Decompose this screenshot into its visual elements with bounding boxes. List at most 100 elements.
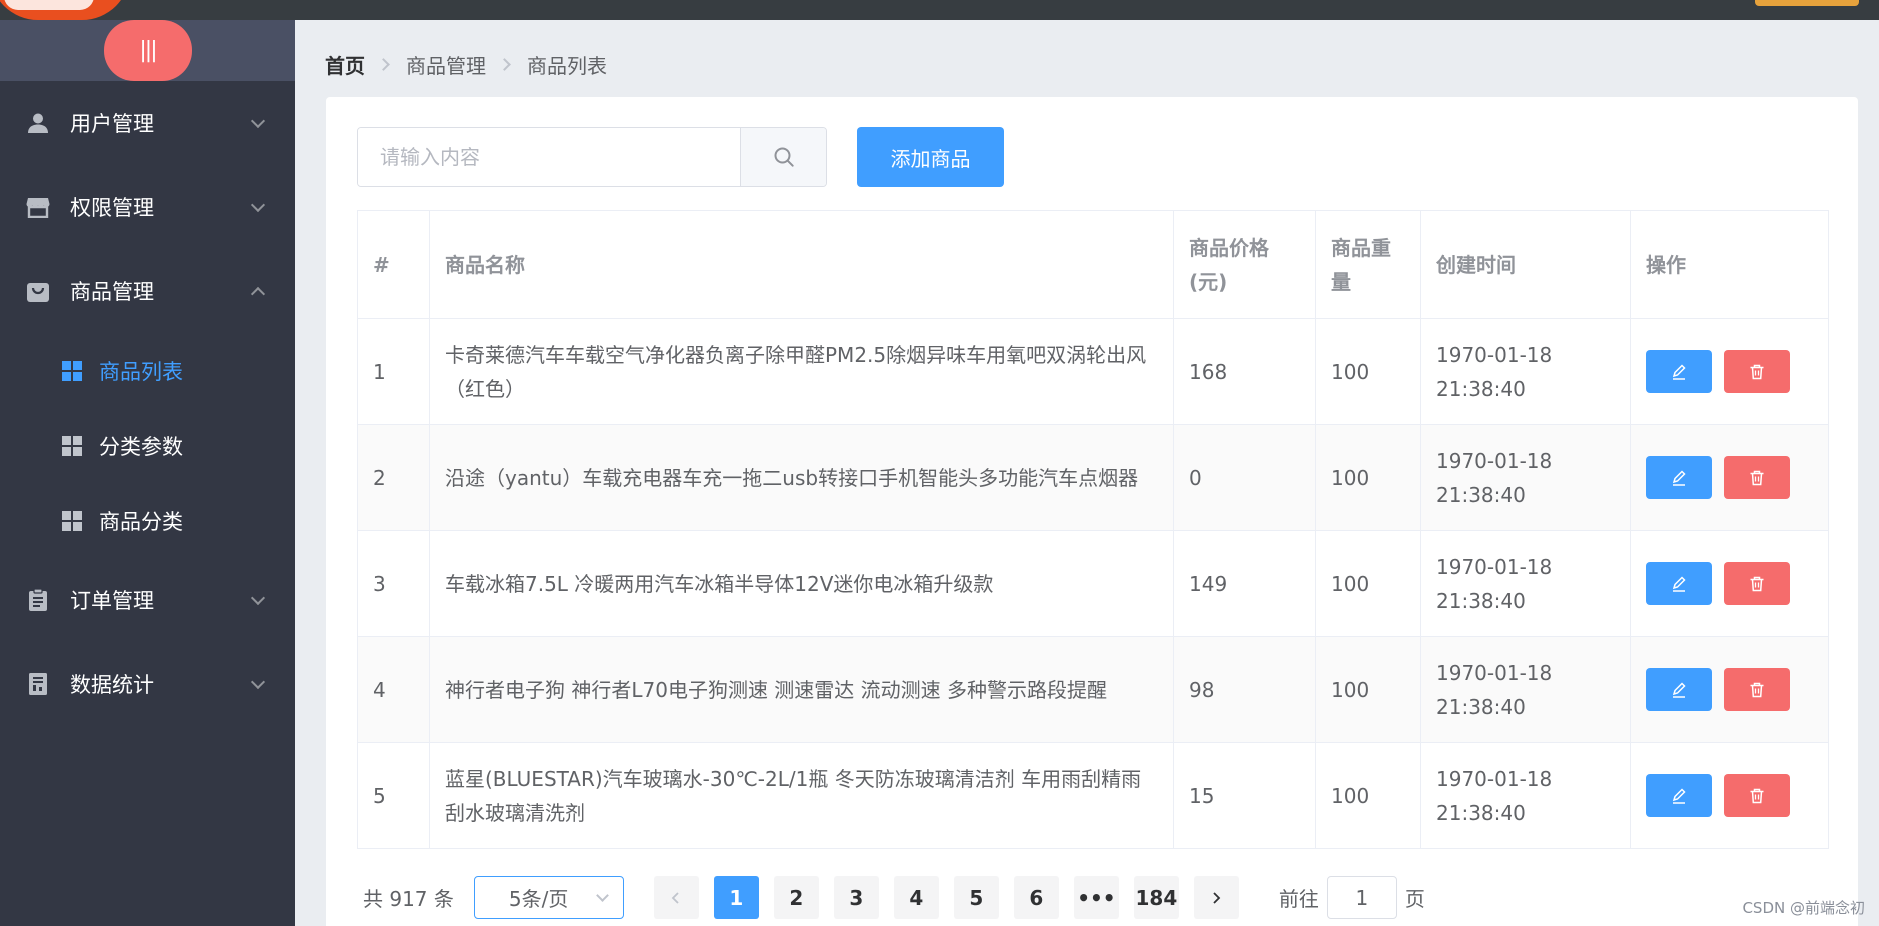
menu-permission-management[interactable]: 权限管理 — [0, 165, 295, 249]
page-184-button[interactable]: 184 — [1133, 876, 1179, 919]
logo — [0, 0, 130, 20]
search-group — [357, 127, 827, 187]
page-1-button[interactable]: 1 — [713, 876, 759, 919]
sidebar: ||| 用户管理 权限管理 商品管理 商品列表 分类参数 商品分类 订单管理 数… — [0, 20, 295, 926]
cell-weight: 100 — [1315, 636, 1421, 743]
edit-button[interactable] — [1646, 456, 1712, 499]
cell-created: 1970-01-18 21:38:40 — [1420, 530, 1631, 637]
submenu-goods-list[interactable]: 商品列表 — [0, 333, 295, 408]
chevron-right-icon — [1213, 891, 1221, 904]
grid-icon — [62, 510, 82, 531]
edit-button[interactable] — [1646, 774, 1712, 817]
column-header: # — [357, 210, 430, 319]
cell-ops — [1630, 636, 1829, 743]
menu-label: 订单管理 — [70, 589, 154, 613]
submenu-label: 商品分类 — [99, 509, 183, 534]
cell-index: 3 — [357, 530, 430, 637]
breadcrumb: 首页 商品管理 商品列表 — [325, 50, 607, 79]
delete-icon — [1750, 682, 1764, 697]
chevron-left-icon — [672, 891, 680, 904]
chevron-down-icon — [250, 113, 266, 129]
submenu-goods-category[interactable]: 商品分类 — [0, 483, 295, 558]
menu-goods-management[interactable]: 商品管理 — [0, 249, 295, 333]
page-6-button[interactable]: 6 — [1013, 876, 1059, 919]
goto-suffix: 页 — [1404, 887, 1425, 911]
cell-price: 149 — [1173, 530, 1316, 637]
cell-weight: 100 — [1315, 530, 1421, 637]
cell-created: 1970-01-18 21:38:40 — [1420, 424, 1631, 531]
page-2-button[interactable]: 2 — [773, 876, 819, 919]
page-4-button[interactable]: 4 — [893, 876, 939, 919]
edit-icon — [1672, 469, 1686, 486]
menu-data-statistics[interactable]: 数据统计 — [0, 642, 295, 726]
total-count: 共 917 条 — [363, 887, 454, 911]
more-pages-button[interactable]: ••• — [1073, 876, 1119, 919]
delete-button[interactable] — [1724, 350, 1790, 393]
edit-button[interactable] — [1646, 668, 1712, 711]
bag-icon — [26, 279, 50, 303]
page-size-value: 5条/页 — [508, 887, 569, 911]
search-input[interactable] — [358, 128, 740, 186]
menu-label: 数据统计 — [70, 673, 154, 697]
cell-price: 15 — [1173, 742, 1316, 849]
submenu-category-params[interactable]: 分类参数 — [0, 408, 295, 483]
delete-button[interactable] — [1724, 562, 1790, 605]
delete-icon — [1750, 364, 1764, 379]
page-3-button[interactable]: 3 — [833, 876, 879, 919]
chevron-right-icon — [377, 58, 390, 71]
next-page-button[interactable] — [1193, 876, 1239, 919]
menu-label: 商品管理 — [70, 280, 154, 304]
menu-user-management[interactable]: 用户管理 — [0, 81, 295, 165]
edit-button[interactable] — [1646, 350, 1712, 393]
report-icon — [26, 672, 50, 696]
table-row: 5 蓝星(BLUESTAR)汽车玻璃水-30℃-2L/1瓶 冬天防冻玻璃清洁剂 … — [357, 742, 1829, 849]
edit-icon — [1672, 787, 1686, 804]
chevron-up-icon — [250, 286, 266, 302]
sidebar-toggle-bar: ||| — [0, 20, 295, 81]
cell-name: 沿途（yantu）车载充电器车充一拖二usb转接口手机智能头多功能汽车点烟器 — [429, 424, 1174, 531]
cell-name: 车载冰箱7.5L 冷暖两用汽车冰箱半导体12V迷你电冰箱升级款 — [429, 530, 1174, 637]
chevron-down-icon — [250, 197, 266, 213]
column-header: 商品价格(元) — [1173, 210, 1316, 319]
search-button[interactable] — [740, 128, 826, 186]
cell-index: 5 — [357, 742, 430, 849]
cell-weight: 100 — [1315, 318, 1421, 425]
cell-created: 1970-01-18 21:38:40 — [1420, 636, 1631, 743]
chevron-down-icon — [596, 889, 609, 902]
table-row: 4 神行者电子狗 神行者L70电子狗测速 测速雷达 流动测速 多种警示路段提醒 … — [357, 636, 1829, 743]
cell-price: 0 — [1173, 424, 1316, 531]
search-icon — [774, 147, 794, 167]
logout-button[interactable] — [1755, 0, 1859, 6]
cell-name: 卡奇莱德汽车车载空气净化器负离子除甲醛PM2.5除烟异味车用氧吧双涡轮出风（红色… — [429, 318, 1174, 425]
page-size-select[interactable]: 5条/页 — [473, 876, 624, 919]
delete-button[interactable] — [1724, 668, 1790, 711]
page-5-button[interactable]: 5 — [953, 876, 999, 919]
watermark: CSDN @前端念初 — [1742, 899, 1865, 917]
cell-price: 168 — [1173, 318, 1316, 425]
cell-weight: 100 — [1315, 424, 1421, 531]
chevron-right-icon — [498, 58, 511, 71]
table-row: 2 沿途（yantu）车载充电器车充一拖二usb转接口手机智能头多功能汽车点烟器… — [357, 424, 1829, 531]
delete-button[interactable] — [1724, 456, 1790, 499]
grid-icon — [62, 360, 82, 381]
shop-icon — [26, 195, 50, 219]
breadcrumb-home-link[interactable]: 首页 — [325, 50, 365, 79]
user-icon — [26, 111, 50, 135]
submenu-label: 分类参数 — [99, 434, 183, 459]
cell-index: 1 — [357, 318, 430, 425]
add-goods-button[interactable]: 添加商品 — [857, 127, 1004, 187]
menu-label: 用户管理 — [70, 112, 154, 136]
clipboard-icon — [26, 588, 50, 612]
collapse-toggle-button[interactable]: ||| — [103, 20, 192, 81]
chevron-down-icon — [250, 590, 266, 606]
cell-ops — [1630, 318, 1829, 425]
prev-page-button[interactable] — [653, 876, 699, 919]
cell-ops — [1630, 742, 1829, 849]
goto-page-input[interactable] — [1326, 876, 1397, 919]
cell-price: 98 — [1173, 636, 1316, 743]
delete-button[interactable] — [1724, 774, 1790, 817]
delete-icon — [1750, 576, 1764, 591]
menu-order-management[interactable]: 订单管理 — [0, 558, 295, 642]
breadcrumb-item: 商品管理 — [406, 54, 486, 78]
edit-button[interactable] — [1646, 562, 1712, 605]
